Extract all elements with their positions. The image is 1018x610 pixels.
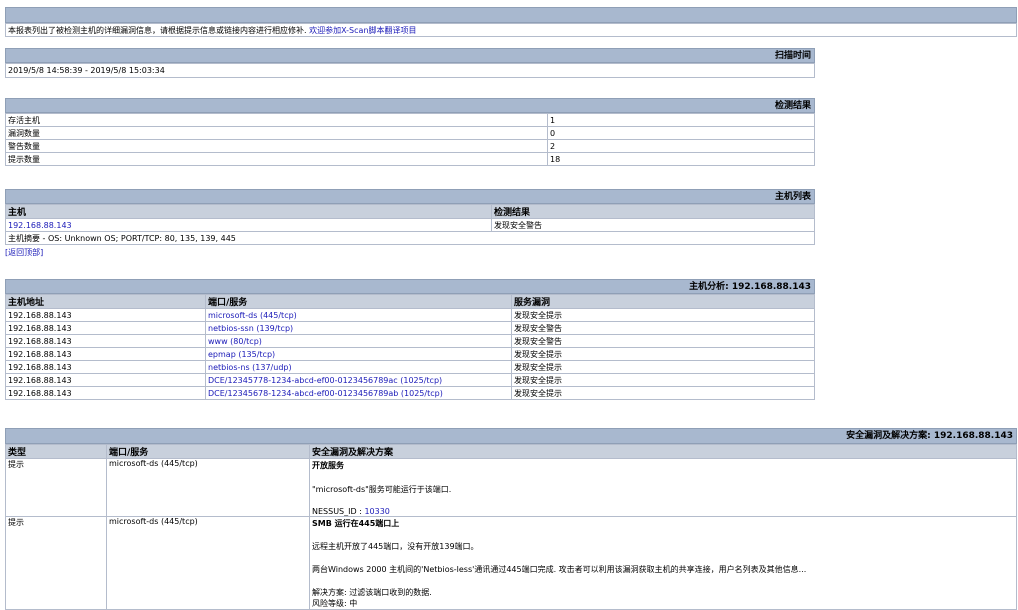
- vulns-section: 安全漏洞及解决方案: 192.168.88.143 类型 端口/服务 安全漏洞及…: [5, 428, 1017, 610]
- host-address: 192.168.88.143: [5, 360, 206, 374]
- host-address: 192.168.88.143: [5, 373, 206, 387]
- vuln-type: 提示: [5, 458, 107, 517]
- results-table: 存活主机 1 漏洞数量 0 警告数量 2 提示数量 18: [5, 113, 815, 166]
- intro-text-row: 本报表列出了被检测主机的详细漏洞信息，请根据提示信息或链接内容进行相应修补. 欢…: [5, 23, 1017, 37]
- table-row: 192.168.88.143 microsoft-ds (445/tcp) 发现安全…: [5, 308, 815, 322]
- host-list-header: 主机列表: [5, 189, 815, 204]
- vuln-row: 提示 microsoft-ds (445/tcp) 开放服务 "microsof…: [5, 458, 1017, 517]
- service-vuln: 发现安全提示: [511, 373, 815, 387]
- result-column-header: 检测结果: [491, 204, 815, 219]
- results-row: 存活主机 1: [5, 113, 815, 127]
- result-label: 警告数量: [5, 139, 548, 153]
- table-row: 192.168.88.143 DCE/12345778-1234-abcd-ef0…: [5, 373, 815, 387]
- service-vuln: 发现安全提示: [511, 347, 815, 361]
- host-link[interactable]: 192.168.88.143: [8, 221, 72, 230]
- analysis-section: 主机分析: 192.168.88.143 主机地址 端口/服务 服务漏洞 192…: [5, 279, 815, 400]
- vuln-port: microsoft-ds (445/tcp): [106, 516, 310, 610]
- vuln-risk: 风险等级: 中: [312, 599, 358, 608]
- results-header: 检测结果: [5, 98, 815, 113]
- addr-column-header: 主机地址: [5, 294, 206, 309]
- vuln-desc: "microsoft-ds"服务可能运行于该端口.: [312, 485, 452, 494]
- scan-time-header: 扫描时间: [5, 48, 815, 63]
- result-label: 存活主机: [5, 113, 548, 127]
- table-row: 192.168.88.143 DCE/12345678-1234-abcd-ef0…: [5, 386, 815, 400]
- port-service-link[interactable]: netbios-ssn (139/tcp): [208, 324, 293, 333]
- host-list-section: 主机列表 主机 检测结果 192.168.88.143 发现安全警告 主机摘要 …: [5, 189, 815, 258]
- result-label: 提示数量: [5, 152, 548, 166]
- vuln-title: 开放服务: [312, 461, 344, 470]
- host-address: 192.168.88.143: [5, 321, 206, 335]
- nessus-id-line: NESSUS_ID : 10330: [312, 507, 1014, 516]
- vuln-detail: 开放服务 "microsoft-ds"服务可能运行于该端口. NESSUS_ID…: [309, 458, 1017, 517]
- host-address: 192.168.88.143: [5, 347, 206, 361]
- results-row: 漏洞数量 0: [5, 126, 815, 140]
- nessus-id-link[interactable]: 10330: [364, 507, 389, 516]
- intro-section: 本报表列出了被检测主机的详细漏洞信息，请根据提示信息或链接内容进行相应修补. 欢…: [5, 7, 1017, 37]
- result-value: 2: [547, 139, 815, 153]
- vuln-detail: SMB 运行在445端口上 远程主机开放了445端口，没有开放139端口。 两台…: [309, 516, 1017, 610]
- port-service-link[interactable]: netbios-ns (137/udp): [208, 363, 292, 372]
- vuln-port: microsoft-ds (445/tcp): [106, 458, 310, 517]
- scan-time-value: 2019/5/8 14:58:39 - 2019/5/8 15:03:34: [5, 63, 815, 78]
- result-label: 漏洞数量: [5, 126, 548, 140]
- service-vuln: 发现安全提示: [511, 386, 815, 400]
- analysis-header: 主机分析: 192.168.88.143: [5, 279, 815, 294]
- service-vuln: 发现安全警告: [511, 321, 815, 335]
- vuln-type: 提示: [5, 516, 107, 610]
- table-row: 192.168.88.143 epmap (135/tcp) 发现安全提示: [5, 347, 815, 361]
- results-section: 检测结果 存活主机 1 漏洞数量 0 警告数量 2 提示数量 18: [5, 98, 815, 166]
- port-service-link[interactable]: microsoft-ds (445/tcp): [208, 311, 297, 320]
- host-address: 192.168.88.143: [5, 308, 206, 322]
- service-vuln: 发现安全警告: [511, 334, 815, 348]
- port-service-link[interactable]: www (80/tcp): [208, 337, 262, 346]
- detail-column-header: 安全漏洞及解决方案: [309, 444, 1017, 459]
- translation-project-link[interactable]: 欢迎参加X-Scan脚本翻译项目: [309, 26, 416, 35]
- table-row: 192.168.88.143 netbios-ssn (139/tcp) 发现安全警…: [5, 321, 815, 335]
- vuln-column-header: 服务漏洞: [511, 294, 815, 309]
- intro-text: 本报表列出了被检测主机的详细漏洞信息，请根据提示信息或链接内容进行相应修补.: [8, 26, 310, 35]
- vuln-line2: 两台Windows 2000 主机间的'Netbios-less'通讯通过445…: [312, 565, 807, 574]
- table-row: 192.168.88.143 netbios-ns (137/udp) 发现安全提示: [5, 360, 815, 374]
- vuln-row: 提示 microsoft-ds (445/tcp) SMB 运行在445端口上 …: [5, 516, 1017, 610]
- intro-header-bar: [5, 7, 1017, 23]
- vuln-solution: 解决方案: 过滤该端口收到的数据.: [312, 588, 432, 597]
- vuln-line1: 远程主机开放了445端口，没有开放139端口。: [312, 542, 479, 551]
- table-row: 192.168.88.143 www (80/tcp) 发现安全警告: [5, 334, 815, 348]
- analysis-table: 主机地址 端口/服务 服务漏洞 192.168.88.143 microsoft-…: [5, 294, 815, 400]
- scan-time-section: 扫描时间 2019/5/8 14:58:39 - 2019/5/8 15:03:…: [5, 48, 815, 78]
- host-address: 192.168.88.143: [5, 386, 206, 400]
- result-value: 1: [547, 113, 815, 127]
- host-summary: 主机摘要 - OS: Unknown OS; PORT/TCP: 80, 135…: [5, 231, 815, 245]
- type-column-header: 类型: [5, 444, 107, 459]
- result-value: 18: [547, 152, 815, 166]
- port-service-link[interactable]: DCE/12345778-1234-abcd-ef00-0123456789ac…: [208, 376, 442, 385]
- vuln-title: SMB 运行在445端口上: [312, 519, 400, 528]
- port-service-link[interactable]: DCE/12345678-1234-abcd-ef00-0123456789ab…: [208, 389, 443, 398]
- host-list-table: 主机 检测结果 192.168.88.143 发现安全警告 主机摘要 - OS:…: [5, 204, 815, 245]
- service-vuln: 发现安全提示: [511, 308, 815, 322]
- service-vuln: 发现安全提示: [511, 360, 815, 374]
- vuln-port-column-header: 端口/服务: [106, 444, 310, 459]
- result-value: 0: [547, 126, 815, 140]
- results-row: 提示数量 18: [5, 152, 815, 166]
- nessus-label: NESSUS_ID :: [312, 507, 365, 516]
- vulns-header: 安全漏洞及解决方案: 192.168.88.143: [5, 428, 1017, 444]
- host-column-header: 主机: [5, 204, 492, 219]
- port-service-link[interactable]: epmap (135/tcp): [208, 350, 275, 359]
- port-column-header: 端口/服务: [205, 294, 512, 309]
- results-row: 警告数量 2: [5, 139, 815, 153]
- host-address: 192.168.88.143: [5, 334, 206, 348]
- back-to-top-link[interactable]: [返回顶部]: [5, 247, 815, 258]
- vulns-table: 类型 端口/服务 安全漏洞及解决方案 提示 microsoft-ds (445/…: [5, 444, 1017, 610]
- host-result: 发现安全警告: [491, 218, 815, 232]
